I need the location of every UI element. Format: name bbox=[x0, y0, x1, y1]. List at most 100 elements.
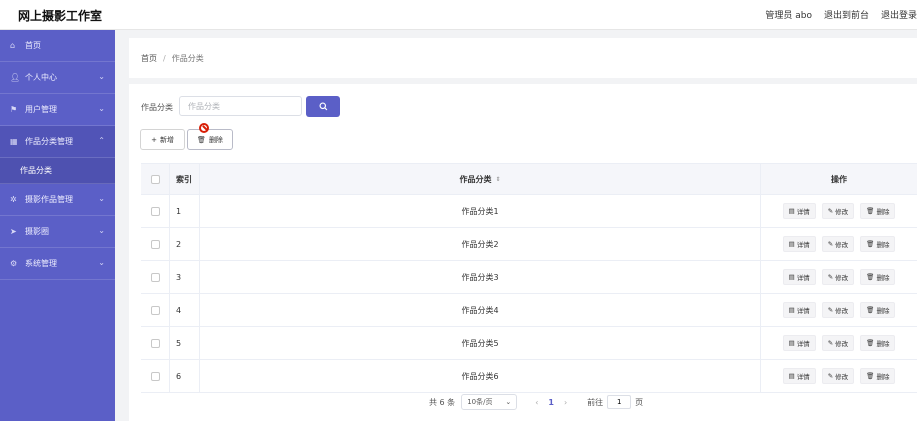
back-to-front-link[interactable]: 退出到前台 bbox=[824, 8, 869, 21]
sidebar-item-system[interactable]: ⚙ 系统管理 ⌄ bbox=[0, 248, 115, 280]
trash-icon: 🗑︎ bbox=[866, 339, 875, 347]
sidebar-item-users[interactable]: ⚑ 用户管理 ⌄ bbox=[0, 94, 115, 126]
detail-button[interactable]: ▤ 详情 bbox=[782, 269, 816, 285]
row-name: 作品分类3 bbox=[199, 261, 760, 293]
delete-button[interactable]: 🗑︎ 删除 bbox=[860, 302, 896, 318]
sidebar: ⌂ 首页 👤︎ 个人中心 ⌄ ⚑ 用户管理 ⌄ ▦ 作品分类管理 ⌃ 作品分类 … bbox=[0, 30, 115, 421]
trash-icon: 🗑︎ bbox=[866, 306, 875, 314]
detail-button[interactable]: ▤ 详情 bbox=[782, 368, 816, 384]
sidebar-item-label: 摄影圈 bbox=[25, 227, 49, 236]
delete-button[interactable]: 🗑︎ 删除 bbox=[860, 269, 896, 285]
row-index: 1 bbox=[169, 195, 199, 227]
edit-button[interactable]: ✎ 修改 bbox=[821, 368, 855, 384]
sidebar-item-photo-circle[interactable]: ➤ 摄影圈 ⌄ bbox=[0, 216, 115, 248]
search-button[interactable] bbox=[306, 96, 340, 117]
page-size-value: 10条/页 bbox=[467, 398, 493, 406]
prev-page-icon[interactable]: ‹ bbox=[535, 398, 538, 407]
grid-icon: ▦ bbox=[10, 137, 18, 146]
detail-button[interactable]: ▤ 详情 bbox=[782, 302, 816, 318]
delete-button-label: 删除 bbox=[208, 135, 223, 144]
sidebar-item-home[interactable]: ⌂ 首页 bbox=[0, 30, 115, 62]
delete-button[interactable]: 🗑︎ 删除 bbox=[860, 368, 896, 384]
search-icon bbox=[318, 102, 327, 111]
breadcrumb-separator: / bbox=[163, 53, 166, 63]
breadcrumb-home[interactable]: 首页 bbox=[141, 53, 157, 64]
next-page-icon[interactable]: › bbox=[564, 398, 567, 407]
edit-button[interactable]: ✎ 修改 bbox=[821, 335, 855, 351]
sidebar-item-works-management[interactable]: ✲ 摄影作品管理 ⌄ bbox=[0, 184, 115, 216]
batch-delete-button[interactable]: 🗑︎ 删除 bbox=[187, 129, 233, 150]
admin-name[interactable]: 管理员 abo bbox=[765, 8, 812, 21]
pagination-total: 共 6 条 bbox=[429, 397, 456, 407]
row-name: 作品分类4 bbox=[199, 294, 760, 326]
row-name: 作品分类1 bbox=[199, 195, 760, 227]
content-card: 作品分类 + 新增 🗑︎ 删除 索引 作品分类 ⇕ bbox=[129, 84, 917, 421]
category-table: 索引 作品分类 ⇕ 操作 1 作品分类1 ▤ 详情 ✎ 修改 🗑︎ 删除 2 作… bbox=[141, 163, 917, 393]
home-icon: ⌂ bbox=[10, 41, 16, 50]
document-icon: ▤ bbox=[788, 339, 795, 347]
sidebar-item-label: 系统管理 bbox=[25, 259, 57, 268]
row-index: 5 bbox=[169, 327, 199, 359]
header-name[interactable]: 作品分类 ⇕ bbox=[199, 164, 760, 194]
row-checkbox[interactable] bbox=[150, 272, 160, 282]
search-input[interactable] bbox=[179, 96, 302, 116]
row-checkbox[interactable] bbox=[150, 206, 160, 216]
table-row: 4 作品分类4 ▤ 详情 ✎ 修改 🗑︎ 删除 bbox=[141, 294, 917, 327]
goto-page-input[interactable] bbox=[607, 395, 632, 409]
edit-button[interactable]: ✎ 修改 bbox=[821, 269, 855, 285]
trash-icon: 🗑︎ bbox=[866, 273, 875, 281]
chevron-down-icon: ⌄ bbox=[98, 226, 105, 235]
goto-label: 前往 bbox=[587, 397, 604, 407]
add-button-label: 新增 bbox=[159, 135, 174, 144]
detail-button[interactable]: ▤ 详情 bbox=[782, 236, 816, 252]
page-size-select[interactable]: 10条/页 ⌄ bbox=[461, 394, 518, 410]
edit-button[interactable]: ✎ 修改 bbox=[821, 302, 855, 318]
row-checkbox[interactable] bbox=[150, 305, 160, 315]
sort-icon[interactable]: ⇕ bbox=[495, 176, 500, 183]
top-bar: 网上摄影工作室 管理员 abo 退出到前台 退出登录 bbox=[0, 0, 917, 30]
document-icon: ▤ bbox=[788, 207, 795, 215]
sidebar-item-label: 作品分类管理 bbox=[25, 137, 73, 146]
pencil-icon: ✎ bbox=[827, 273, 834, 281]
logout-link[interactable]: 退出登录 bbox=[881, 8, 917, 21]
edit-button[interactable]: ✎ 修改 bbox=[821, 236, 855, 252]
detail-button[interactable]: ▤ 详情 bbox=[782, 203, 816, 219]
not-allowed-cursor-icon bbox=[199, 123, 209, 133]
pagination: 共 6 条 10条/页 ⌄ ‹ 1 › 前往 页 bbox=[429, 394, 643, 410]
detail-button[interactable]: ▤ 详情 bbox=[782, 335, 816, 351]
page-number-current[interactable]: 1 bbox=[548, 398, 554, 407]
row-name: 作品分类5 bbox=[199, 327, 760, 359]
sidebar-item-label: 用户管理 bbox=[25, 105, 57, 114]
row-checkbox[interactable] bbox=[150, 338, 160, 348]
sidebar-item-category-management[interactable]: ▦ 作品分类管理 ⌃ bbox=[0, 126, 115, 158]
header-ops: 操作 bbox=[760, 164, 917, 194]
plus-icon: + bbox=[151, 135, 157, 144]
table-row: 5 作品分类5 ▤ 详情 ✎ 修改 🗑︎ 删除 bbox=[141, 327, 917, 360]
table-row: 2 作品分类2 ▤ 详情 ✎ 修改 🗑︎ 删除 bbox=[141, 228, 917, 261]
app-title: 网上摄影工作室 bbox=[18, 9, 103, 23]
pencil-icon: ✎ bbox=[827, 240, 834, 248]
flag-icon: ⚑ bbox=[10, 105, 18, 114]
row-index: 3 bbox=[169, 261, 199, 293]
row-checkbox[interactable] bbox=[150, 371, 160, 381]
chevron-down-icon: ⌄ bbox=[98, 258, 105, 267]
pencil-icon: ✎ bbox=[827, 207, 834, 215]
edit-button[interactable]: ✎ 修改 bbox=[821, 203, 855, 219]
row-name: 作品分类6 bbox=[199, 360, 760, 392]
settings-icon: ✲ bbox=[10, 195, 17, 204]
row-checkbox[interactable] bbox=[150, 239, 160, 249]
delete-button[interactable]: 🗑︎ 删除 bbox=[860, 236, 896, 252]
sidebar-subitem-category[interactable]: 作品分类 bbox=[0, 158, 115, 184]
chevron-down-icon: ⌄ bbox=[98, 194, 105, 203]
chevron-up-icon: ⌃ bbox=[98, 136, 105, 145]
send-icon: ➤ bbox=[10, 227, 17, 236]
sidebar-item-label: 个人中心 bbox=[25, 73, 57, 82]
delete-button[interactable]: 🗑︎ 删除 bbox=[860, 335, 896, 351]
trash-icon: 🗑︎ bbox=[197, 135, 206, 144]
delete-button[interactable]: 🗑︎ 删除 bbox=[860, 203, 896, 219]
trash-icon: 🗑︎ bbox=[866, 372, 875, 380]
select-all-checkbox[interactable] bbox=[150, 174, 160, 184]
row-index: 2 bbox=[169, 228, 199, 260]
sidebar-item-personal[interactable]: 👤︎ 个人中心 ⌄ bbox=[0, 62, 115, 94]
add-button[interactable]: + 新增 bbox=[140, 129, 185, 150]
